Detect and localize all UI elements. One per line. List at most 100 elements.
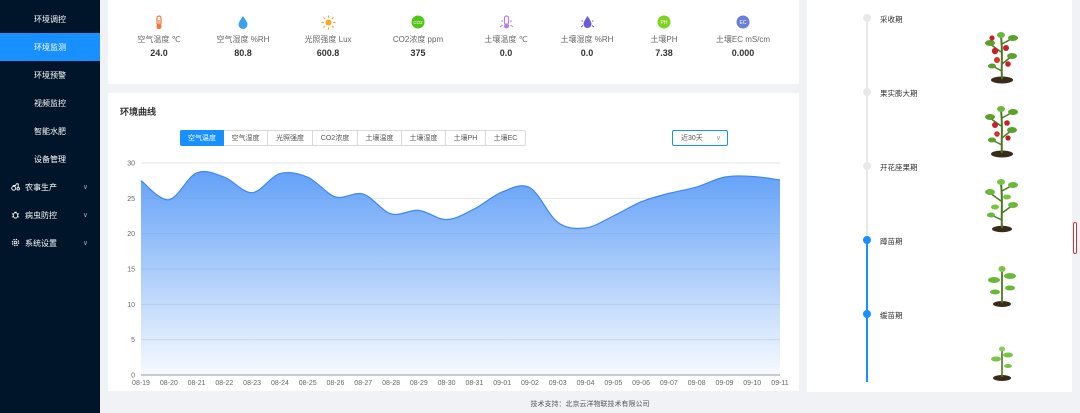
x-tick-label: 08-21 (188, 380, 206, 387)
gear-icon (11, 238, 21, 249)
sensor-soil-temperature: 土壤温度 ℃ 0.0 (461, 14, 551, 58)
sensor-value: 80.8 (234, 48, 252, 58)
data-point (585, 227, 587, 229)
stage-label-flowering: 开花座果期 (880, 163, 918, 172)
x-tick-label: 08-31 (465, 380, 483, 387)
x-tick-label: 09-10 (743, 380, 761, 387)
tab-air-humidity[interactable]: 空气湿度 (224, 130, 268, 146)
sensor-light: 光照强度 Lux 600.8 (283, 14, 373, 58)
date-range-select[interactable]: 近30天 ∨ (672, 130, 728, 146)
stage-label-squatting: 蹲苗期 (880, 237, 903, 246)
x-tick-label: 08-20 (160, 380, 178, 387)
sensor-value: 0.0 (499, 48, 513, 58)
data-point (668, 192, 670, 194)
y-tick-label: 25 (127, 196, 135, 203)
series-area (141, 171, 780, 375)
ph-icon: PH (619, 14, 709, 30)
x-tick-label: 09-01 (493, 380, 511, 387)
metric-tabs: 空气温度 空气湿度 光照强度 CO2浓度 土壤温度 土壤湿度 土壤PH 土壤EC (180, 130, 526, 146)
sidebar-item-video[interactable]: 视频监控 (0, 89, 100, 117)
ec-icon: EC (698, 14, 788, 30)
chevron-down-icon: ∨ (82, 184, 88, 191)
data-point (223, 176, 225, 178)
tab-light[interactable]: 光照强度 (268, 130, 313, 146)
footer-text: 技术支持：北京云洋物联技术有限公司 (530, 401, 650, 408)
sensor-label: 空气湿度 %RH (216, 35, 270, 44)
x-tick-label: 08-26 (327, 380, 345, 387)
x-tick-label: 09-05 (604, 380, 622, 387)
sensor-label: 光照强度 Lux (304, 35, 352, 44)
sensor-value: 375 (410, 48, 426, 58)
sidebar-group-pest[interactable]: 病虫防控 ∨ (0, 201, 100, 229)
x-tick-label: 09-04 (577, 380, 595, 387)
sensor-value: 600.8 (316, 48, 340, 58)
sidebar-item-env-control[interactable]: 环境调控 (0, 5, 100, 33)
page-scrollbar[interactable] (1072, 0, 1080, 413)
sensor-value: 24.0 (150, 48, 168, 58)
sensor-value: 7.38 (655, 48, 673, 58)
sidebar-group-settings[interactable]: 系统设置 ∨ (0, 229, 100, 257)
y-tick-label: 15 (127, 267, 135, 274)
x-tick-label: 08-30 (438, 380, 456, 387)
sensor-readings-card: 空气温度 ℃ 24.0 空气湿度 %RH 80.8 光照强度 Lux 600.8… (108, 0, 799, 84)
sidebar-item-label: 环境调控 (34, 14, 66, 24)
date-range-value: 近30天 (681, 135, 703, 142)
co2-icon: CO2 (373, 14, 463, 30)
sidebar-item-env-monitor[interactable]: 环境监测 (0, 33, 100, 61)
sidebar-item-fertigation[interactable]: 智能水肥 (0, 117, 100, 145)
x-tick-label: 09-09 (715, 380, 733, 387)
y-tick-label: 5 (131, 337, 135, 344)
sidebar: 环境调控 环境监测 环境预警 视频监控 智能水肥 设备管理 农事生产 ∨ 病虫防… (0, 0, 100, 413)
ph-badge-text: PH (661, 20, 668, 26)
data-point (251, 192, 253, 194)
x-tick-label: 08-25 (299, 380, 317, 387)
sensor-label: 空气温度 ℃ (137, 35, 181, 44)
sidebar-item-devices[interactable]: 设备管理 (0, 145, 100, 173)
data-point (557, 221, 559, 223)
data-point (446, 219, 448, 221)
stage-label-fruit-expansion: 果实膨大期 (880, 89, 918, 98)
tomato-plant-flowering-icon (985, 179, 1018, 233)
x-tick-label: 08-22 (215, 380, 233, 387)
environment-chart-card: 0 5 10 15 20 25 30 08-19 08-20 08-21 08-22 08-23 08-… (108, 93, 799, 391)
chevron-down-icon: ∨ (82, 240, 88, 247)
tab-co2[interactable]: CO2浓度 (313, 130, 358, 146)
tab-soil-humidity[interactable]: 土壤湿度 (402, 130, 446, 146)
sidebar-item-env-alert[interactable]: 环境预警 (0, 61, 100, 89)
sensor-soil-ec: EC 土壤EC mS/cm 0.000 (698, 14, 788, 58)
sensor-air-temperature: 空气温度 ℃ 24.0 (114, 14, 204, 58)
x-tick-label: 09-11 (771, 380, 788, 387)
data-point (779, 179, 781, 181)
tab-air-temperature[interactable]: 空气温度 (180, 130, 224, 146)
x-tick-label: 08-24 (271, 380, 289, 387)
data-point (390, 213, 392, 215)
tab-soil-ec[interactable]: 土壤EC (486, 130, 526, 146)
chevron-down-icon: ∨ (715, 135, 721, 142)
sidebar-item-label: 视频监控 (34, 98, 66, 108)
data-point (723, 176, 725, 178)
stage-dot-flowering (863, 162, 871, 170)
y-tick-label: 10 (127, 302, 135, 309)
sensor-value: 0.000 (731, 48, 755, 58)
sensor-soil-ph: PH 土壤PH 7.38 (619, 14, 709, 58)
scrollbar-thumb[interactable] (1073, 222, 1077, 254)
tab-soil-ph[interactable]: 土壤PH (446, 130, 486, 146)
sensor-co2: CO2 CO2浓度 ppm 375 (373, 14, 463, 58)
x-tick-label: 08-28 (382, 380, 400, 387)
data-point (612, 215, 614, 217)
footer: 技术支持：北京云洋物联技术有限公司 (100, 395, 1080, 413)
x-tick-label: 09-02 (521, 380, 539, 387)
sensor-label: 土壤EC mS/cm (715, 35, 771, 44)
x-tick-label: 09-03 (549, 380, 567, 387)
sensor-label: 土壤PH (650, 35, 678, 44)
x-tick-label: 08-29 (410, 380, 428, 387)
tab-soil-temperature[interactable]: 土壤温度 (358, 130, 402, 146)
x-tick-label: 09-06 (632, 380, 650, 387)
x-tick-label: 08-27 (354, 380, 372, 387)
x-tick-label: 08-19 (132, 380, 150, 387)
sidebar-group-farming[interactable]: 农事生产 ∨ (0, 173, 100, 201)
sidebar-item-label: 智能水肥 (34, 126, 66, 136)
y-tick-label: 0 (131, 373, 135, 380)
stage-label-recovery: 缓苗期 (880, 311, 903, 320)
data-point (501, 191, 503, 193)
